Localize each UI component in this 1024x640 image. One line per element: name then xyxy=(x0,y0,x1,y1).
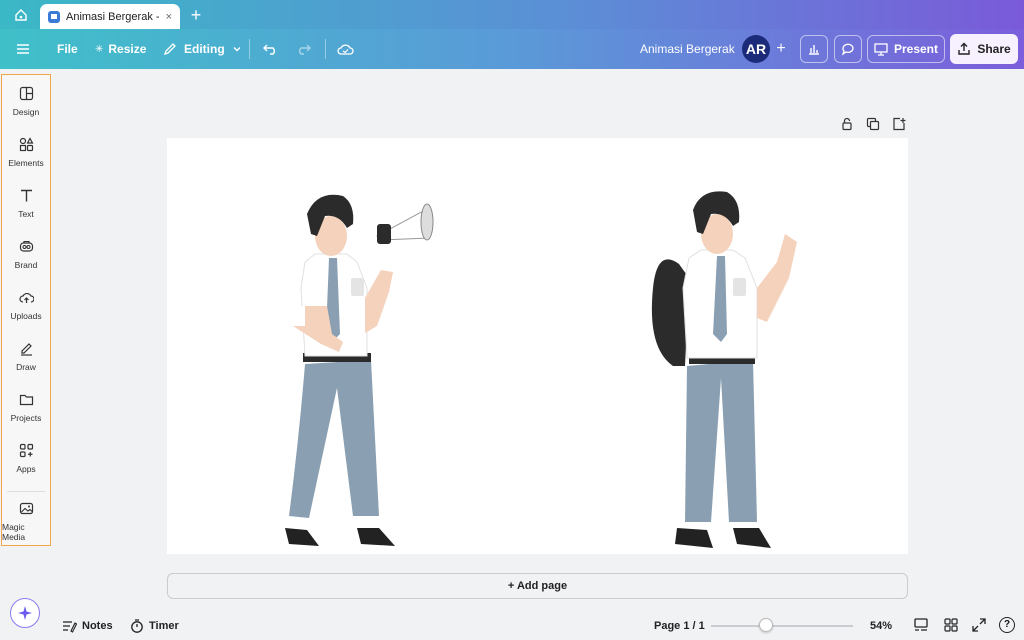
add-page-button[interactable]: + Add page xyxy=(167,573,908,599)
apps-icon xyxy=(19,443,33,457)
sidebar-item-label: Design xyxy=(12,106,40,117)
student-with-backpack-illustration xyxy=(651,191,797,548)
timer-icon xyxy=(131,619,143,633)
pages-view-icon[interactable] xyxy=(913,617,929,633)
present-label: Present xyxy=(893,42,939,56)
sidebar-item-brand[interactable]: Brand xyxy=(2,230,50,278)
undo-icon xyxy=(263,44,275,55)
uploads-icon xyxy=(18,292,34,303)
sidebar-item-label: Brand xyxy=(14,259,38,270)
sidebar-item-label: Apps xyxy=(16,463,36,474)
brand-icon xyxy=(19,240,33,252)
new-tab-button[interactable]: + xyxy=(186,5,206,25)
browser-tab-bar: Animasi Bergerak - ... × + xyxy=(0,0,1024,29)
grid-view-icon[interactable] xyxy=(943,617,959,633)
sidebar-item-label: Projects xyxy=(10,412,42,423)
insights-button[interactable] xyxy=(800,35,828,63)
browser-tab-title: Animasi Bergerak - ... xyxy=(66,10,162,23)
comment-icon xyxy=(841,43,854,56)
bar-chart-icon xyxy=(809,45,819,55)
redo-button[interactable] xyxy=(296,29,311,69)
sidebar-item-design[interactable]: Design xyxy=(2,77,50,125)
elements-icon xyxy=(19,136,34,151)
design-canvas[interactable] xyxy=(167,138,908,554)
timer-label: Timer xyxy=(149,620,179,632)
lock-icon[interactable] xyxy=(840,117,854,131)
toolbar-divider xyxy=(249,39,250,59)
draw-icon xyxy=(20,342,32,356)
share-label: Share xyxy=(977,42,1011,56)
undo-button[interactable] xyxy=(263,29,278,69)
editing-label: Editing xyxy=(184,42,225,56)
editor-toolbar: File ✳ Resize Editing Animasi Bergerak A… xyxy=(0,29,1024,69)
page-indicator[interactable]: Page 1 / 1 xyxy=(654,614,705,638)
notes-icon xyxy=(63,621,77,633)
notes-button[interactable]: Notes xyxy=(62,614,113,638)
text-icon xyxy=(20,189,32,201)
design-icon xyxy=(19,86,33,100)
student-with-megaphone-illustration xyxy=(285,194,434,546)
redo-icon xyxy=(299,44,311,55)
add-page-icon[interactable] xyxy=(892,117,906,131)
share-icon xyxy=(958,42,971,55)
file-menu-button[interactable]: File xyxy=(57,29,78,69)
timer-button[interactable]: Timer xyxy=(130,614,179,638)
fullscreen-icon[interactable] xyxy=(971,617,987,633)
comments-button[interactable] xyxy=(834,35,862,63)
sidebar-item-label: Text xyxy=(18,208,34,219)
avatar[interactable]: AR xyxy=(742,35,770,63)
sidebar-divider xyxy=(7,491,45,492)
sparkle-icon xyxy=(18,606,32,620)
sidebar-item-label: Magic Media xyxy=(2,521,26,542)
left-sidebar: Design Elements Text Brand Uploads Draw … xyxy=(1,74,51,546)
canvas-artwork xyxy=(285,191,797,548)
sidebar-item-label: Uploads xyxy=(10,310,42,321)
zoom-percent[interactable]: 54% xyxy=(870,614,892,638)
add-collaborator-button[interactable]: + xyxy=(767,35,795,63)
sidebar-item-uploads[interactable]: Uploads xyxy=(2,281,50,329)
sidebar-item-label: Draw xyxy=(16,361,36,372)
chevron-down-icon xyxy=(233,47,241,52)
sidebar-item-draw[interactable]: Draw xyxy=(2,332,50,380)
sidebar-item-apps[interactable]: Apps xyxy=(2,434,50,482)
toolbar-divider xyxy=(325,39,326,59)
resize-label: Resize xyxy=(108,42,147,56)
share-button[interactable]: Share xyxy=(950,34,1018,64)
duplicate-page-icon[interactable] xyxy=(866,117,880,131)
notes-label: Notes xyxy=(82,620,113,632)
home-icon[interactable] xyxy=(8,5,34,25)
browser-tab[interactable]: Animasi Bergerak - ... × xyxy=(40,4,180,29)
close-tab-icon[interactable]: × xyxy=(166,11,172,23)
sidebar-item-projects[interactable]: Projects xyxy=(2,383,50,431)
magic-assistant-button[interactable] xyxy=(10,598,40,628)
canva-favicon-icon xyxy=(48,10,60,23)
cloud-check-icon xyxy=(337,44,354,55)
sparkle-icon: ✳ xyxy=(95,43,104,55)
editing-mode-button[interactable]: Editing xyxy=(163,29,242,69)
menu-button[interactable] xyxy=(16,29,30,69)
present-icon xyxy=(874,42,888,56)
zoom-slider[interactable] xyxy=(711,625,853,627)
pencil-icon xyxy=(163,43,176,56)
cloud-save-status[interactable] xyxy=(337,29,354,69)
magic-media-icon xyxy=(19,502,33,514)
present-button[interactable]: Present xyxy=(867,35,945,63)
help-button[interactable]: ? xyxy=(999,617,1015,633)
sidebar-item-elements[interactable]: Elements xyxy=(2,128,50,176)
sidebar-item-text[interactable]: Text xyxy=(2,179,50,227)
resize-button[interactable]: ✳ Resize xyxy=(95,29,146,69)
projects-icon xyxy=(19,394,33,405)
design-title[interactable]: Animasi Bergerak xyxy=(640,29,735,69)
hamburger-icon xyxy=(17,44,29,54)
zoom-slider-handle[interactable] xyxy=(758,618,773,632)
sidebar-item-magic-media[interactable]: Magic Media xyxy=(2,497,50,545)
sidebar-item-label: Elements xyxy=(8,157,44,168)
